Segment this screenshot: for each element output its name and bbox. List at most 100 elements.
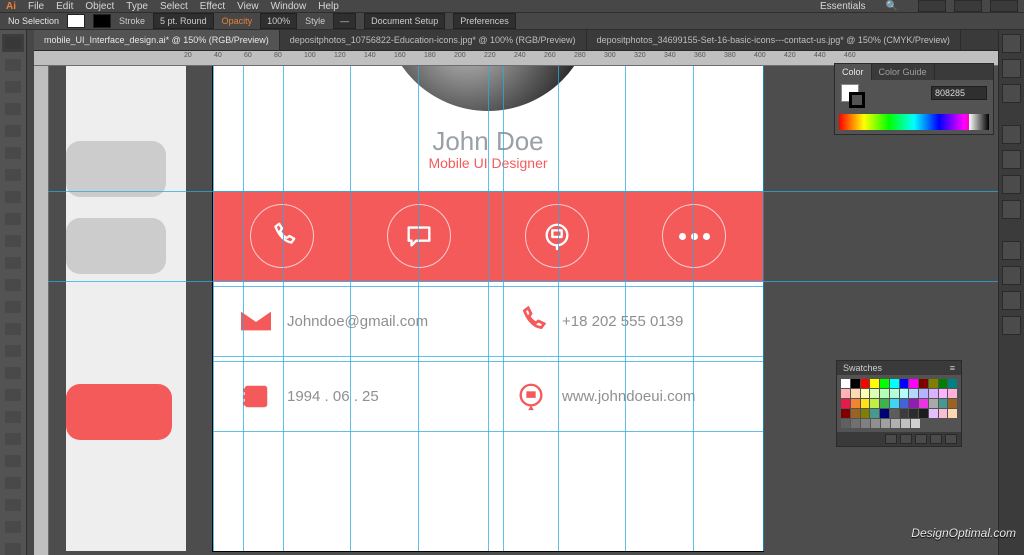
menu-effect[interactable]: Effect <box>200 1 225 12</box>
eyedropper-tool[interactable] <box>1 451 25 471</box>
workspace-switcher[interactable]: Essentials <box>820 1 866 12</box>
swatch[interactable] <box>919 379 928 388</box>
menu-help[interactable]: Help <box>318 1 339 12</box>
swatch[interactable] <box>909 379 918 388</box>
ruler-vertical[interactable] <box>34 66 49 555</box>
pencil-tool[interactable] <box>1 231 25 251</box>
rail-button[interactable] <box>1002 84 1021 103</box>
panel-menu-icon[interactable]: ≡ <box>950 361 955 375</box>
document-tab[interactable]: mobile_UI_Interface_design.ai* @ 150% (R… <box>34 30 280 50</box>
swatches-panel[interactable]: Swatches≡ <box>836 360 962 447</box>
menu-file[interactable]: File <box>28 1 44 12</box>
menu-view[interactable]: View <box>237 1 259 12</box>
swatch[interactable] <box>841 409 850 418</box>
swatch[interactable] <box>880 399 889 408</box>
symbol-sprayer-tool[interactable] <box>1 495 25 515</box>
column-graph-tool[interactable] <box>1 517 25 537</box>
gradient-tool[interactable] <box>1 429 25 449</box>
swatch-foot-button[interactable] <box>930 434 942 444</box>
style-select[interactable]: — <box>333 13 356 29</box>
rail-button[interactable] <box>1002 34 1021 53</box>
swatch[interactable] <box>851 389 860 398</box>
swatch[interactable] <box>880 409 889 418</box>
fill-swatch[interactable] <box>67 14 85 28</box>
swatch[interactable] <box>948 399 957 408</box>
swatch[interactable] <box>861 379 870 388</box>
swatch[interactable] <box>919 409 928 418</box>
blend-tool[interactable] <box>1 473 25 493</box>
color-spectrum[interactable] <box>839 114 989 130</box>
swatch[interactable] <box>929 399 938 408</box>
swatch[interactable] <box>900 409 909 418</box>
rectangle-tool[interactable] <box>1 187 25 207</box>
eraser-tool[interactable] <box>1 253 25 273</box>
rail-button[interactable] <box>1002 291 1021 310</box>
swatch[interactable] <box>870 389 879 398</box>
preferences-button[interactable]: Preferences <box>453 13 516 29</box>
swatch-foot-button[interactable] <box>885 434 897 444</box>
swatch[interactable] <box>900 379 909 388</box>
artboard-tool[interactable] <box>1 539 25 555</box>
swatch[interactable] <box>870 399 879 408</box>
swatch-foot-button[interactable] <box>945 434 957 444</box>
document-tab[interactable]: depositphotos_34699155-Set-16-basic-icon… <box>587 30 961 50</box>
swatch[interactable] <box>871 419 880 428</box>
menu-object[interactable]: Object <box>85 1 114 12</box>
window-maximize[interactable] <box>954 0 982 12</box>
swatch[interactable] <box>919 399 928 408</box>
swatch[interactable] <box>851 409 860 418</box>
swatch[interactable] <box>948 409 957 418</box>
swatch[interactable] <box>909 399 918 408</box>
selection-tool[interactable] <box>1 33 25 53</box>
color-guide-tab[interactable]: Color Guide <box>872 64 935 80</box>
search-icon[interactable]: 🔍 <box>886 1 898 12</box>
swatch[interactable] <box>861 409 870 418</box>
swatch[interactable] <box>861 389 870 398</box>
pen-tool[interactable] <box>1 121 25 141</box>
swatch[interactable] <box>890 399 899 408</box>
swatch[interactable] <box>890 379 899 388</box>
swatch[interactable] <box>900 399 909 408</box>
swatch[interactable] <box>861 419 870 428</box>
menu-window[interactable]: Window <box>271 1 307 12</box>
swatch[interactable] <box>880 379 889 388</box>
swatch[interactable] <box>909 389 918 398</box>
swatch[interactable] <box>851 379 860 388</box>
swatch[interactable] <box>939 389 948 398</box>
swatch[interactable] <box>861 399 870 408</box>
perspective-tool[interactable] <box>1 385 25 405</box>
type-tool[interactable] <box>1 143 25 163</box>
swatch[interactable] <box>911 419 920 428</box>
rail-button[interactable] <box>1002 59 1021 78</box>
document-tab[interactable]: depositphotos_10756822-Education-icons.j… <box>280 30 587 50</box>
scale-tool[interactable] <box>1 297 25 317</box>
swatch[interactable] <box>901 419 910 428</box>
color-tab[interactable]: Color <box>835 64 872 80</box>
swatch[interactable] <box>841 389 850 398</box>
swatch[interactable] <box>880 389 889 398</box>
swatch[interactable] <box>890 389 899 398</box>
rail-button[interactable] <box>1002 266 1021 285</box>
document-setup-button[interactable]: Document Setup <box>364 13 445 29</box>
rail-button[interactable] <box>1002 200 1021 219</box>
menu-type[interactable]: Type <box>126 1 148 12</box>
swatch[interactable] <box>929 389 938 398</box>
swatch[interactable] <box>890 409 899 418</box>
swatch[interactable] <box>919 389 928 398</box>
swatch[interactable] <box>870 379 879 388</box>
canvas-stage[interactable]: John Doe Mobile UI Designer <box>34 66 998 555</box>
swatch[interactable] <box>881 419 890 428</box>
swatch[interactable] <box>891 419 900 428</box>
menu-edit[interactable]: Edit <box>56 1 73 12</box>
swatch[interactable] <box>851 419 860 428</box>
swatch[interactable] <box>851 399 860 408</box>
swatch-foot-button[interactable] <box>900 434 912 444</box>
menu-select[interactable]: Select <box>160 1 188 12</box>
swatch[interactable] <box>948 389 957 398</box>
window-minimize[interactable] <box>918 0 946 12</box>
width-tool[interactable] <box>1 319 25 339</box>
shape-builder-tool[interactable] <box>1 363 25 383</box>
swatch[interactable] <box>900 389 909 398</box>
swatch[interactable] <box>841 399 850 408</box>
rail-button[interactable] <box>1002 175 1021 194</box>
